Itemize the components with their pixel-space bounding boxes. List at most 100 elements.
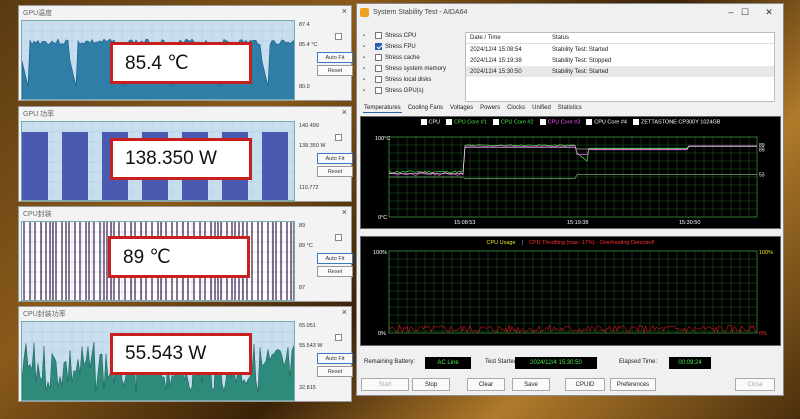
cache-icon: ▪: [363, 54, 366, 61]
preferences-button[interactable]: Preferences: [610, 378, 656, 391]
monitor-current: 89 °C: [299, 243, 313, 249]
auto-fit-button[interactable]: Auto Fit: [317, 253, 353, 264]
reset-button[interactable]: Reset: [317, 366, 353, 377]
close-window-icon[interactable]: ✕: [755, 4, 783, 21]
stress-label: Stress GPU(s): [385, 87, 424, 94]
stress-checkbox[interactable]: [375, 65, 382, 72]
battery-value: AC Line: [425, 357, 471, 369]
stress-item[interactable]: ▪ Stress GPU(s): [363, 85, 463, 96]
fpu-icon: ▪: [363, 43, 366, 50]
elapsed-value: 00:09:24: [669, 357, 711, 369]
cpu-usage-chart: CPU Usage | CPU Throttling (max: 17%) - …: [360, 236, 781, 346]
log-datetime: 2024/12/4 15:30:50: [470, 68, 522, 75]
monitor-title: GPU温度: [23, 9, 53, 17]
monitor-max: 87.4: [299, 22, 310, 28]
auto-fit-button[interactable]: Auto Fit: [317, 52, 353, 63]
stress-label: Stress cache: [385, 54, 420, 61]
x-tick-label: 15:30:50: [679, 220, 700, 226]
disk-icon: ▪: [363, 76, 366, 83]
graph-bar: [22, 132, 48, 200]
auto-fit-button[interactable]: Auto Fit: [317, 153, 353, 164]
battery-label: Remaining Battery:: [364, 359, 416, 365]
clear-button[interactable]: Clear: [467, 378, 505, 391]
stress-item[interactable]: ▪ Stress cache: [363, 52, 463, 63]
close-icon[interactable]: ×: [342, 107, 347, 117]
monitor-current: 55.543 W: [299, 343, 323, 349]
test-started-label: Test Started:: [485, 359, 519, 365]
monitor-checkbox[interactable]: [335, 33, 342, 40]
tab-clocks[interactable]: Clocks: [506, 104, 526, 113]
tab-powers[interactable]: Powers: [479, 104, 501, 113]
monitor-titlebar: GPU温度 ×: [19, 6, 351, 19]
cpuid-button[interactable]: CPUID: [565, 378, 605, 391]
temperature-series: [389, 146, 757, 175]
usage-y-min: 0%: [378, 331, 386, 337]
reset-button[interactable]: Reset: [317, 266, 353, 277]
stress-checkbox[interactable]: [375, 32, 382, 39]
overlay-cpu-temp: 89 ℃: [108, 236, 250, 278]
close-icon[interactable]: ×: [342, 6, 347, 16]
chart-tabs: Temperatures Cooling Fans Voltages Powers Cl…: [363, 104, 583, 113]
log-row: 2024/12/4 15:19:38 Stability Test: Stoppe…: [466, 55, 774, 66]
tab-voltages[interactable]: Voltages: [449, 104, 474, 113]
stress-item[interactable]: ▪ Stress local disks: [363, 74, 463, 85]
reset-button[interactable]: Reset: [317, 166, 353, 177]
monitor-max: 89: [299, 223, 306, 229]
log-col-status: Status: [552, 35, 570, 41]
stop-button[interactable]: Stop: [412, 378, 450, 391]
y-min-label: 0°C: [378, 215, 387, 221]
stress-item[interactable]: ▪ Stress system memory: [363, 63, 463, 74]
x-tick-label: 15:19:38: [567, 220, 588, 226]
stability-test-window: System Stability Test - AIDA64 – ☐ ✕ ▪ St…: [356, 3, 784, 396]
stress-checkbox[interactable]: [375, 76, 382, 83]
stress-checkbox[interactable]: [375, 87, 382, 94]
log-status: Stability Test: Started: [552, 46, 609, 53]
stress-item[interactable]: ▪ Stress CPU: [363, 30, 463, 41]
stress-checkbox[interactable]: [375, 43, 382, 50]
monitor-min: 87: [299, 285, 306, 291]
log-row: 2024/12/4 15:08:54 Stability Test: Starte…: [466, 44, 774, 55]
log-header: Date / Time Status: [466, 33, 774, 44]
temperature-series: [388, 145, 757, 176]
stress-label: Stress system memory: [385, 65, 447, 72]
cpu-icon: ▪: [363, 32, 366, 39]
monitor-checkbox[interactable]: [335, 134, 342, 141]
monitor-max: 140.499: [299, 123, 319, 129]
stress-checkbox[interactable]: [375, 54, 382, 61]
usage-right-max: 100%: [759, 250, 773, 256]
save-button[interactable]: Save: [512, 378, 550, 391]
monitor-side: 140.499 138.350 W Auto Fit Reset 110.772: [299, 121, 353, 193]
close-icon[interactable]: ×: [342, 307, 347, 317]
tab-temperatures[interactable]: Temperatures: [363, 104, 402, 113]
monitor-min: 32.815: [299, 385, 316, 391]
y-max-label: 100°C: [375, 136, 390, 142]
auto-fit-button[interactable]: Auto Fit: [317, 353, 353, 364]
overlay-cpu-power: 55.543 W: [110, 333, 252, 375]
monitor-checkbox[interactable]: [335, 334, 342, 341]
status-log: Date / Time Status 2024/12/4 15:08:54 Sta…: [465, 32, 775, 102]
overlay-gpu-temp: 85.4 ℃: [110, 42, 252, 84]
memory-icon: ▪: [363, 65, 366, 72]
start-button[interactable]: Start: [361, 378, 409, 391]
tab-statistics[interactable]: Statistics: [557, 104, 583, 113]
tab-unified[interactable]: Unified: [531, 104, 552, 113]
usage-right-min: 0%: [759, 331, 767, 337]
stress-item[interactable]: ▪ Stress FPU: [363, 41, 463, 52]
log-status: Stability Test: Started: [552, 68, 609, 75]
tab-cooling-fans[interactable]: Cooling Fans: [407, 104, 444, 113]
temperature-series: [388, 144, 757, 174]
reset-button[interactable]: Reset: [317, 65, 353, 76]
overlay-gpu-power: 138.350 W: [110, 138, 252, 180]
close-icon[interactable]: ×: [342, 207, 347, 217]
stress-label: Stress CPU: [385, 32, 417, 39]
graph-bar: [262, 132, 288, 200]
monitor-side: 89 89 °C Auto Fit Reset 87: [299, 221, 353, 293]
monitor-side: 65.051 55.543 W Auto Fit Reset 32.815: [299, 321, 353, 393]
monitor-min: 110.772: [299, 185, 319, 191]
close-button[interactable]: Close: [735, 378, 775, 391]
gpu-icon: ▪: [363, 87, 366, 94]
monitor-current: 138.350 W: [299, 143, 326, 149]
temperature-series: [389, 174, 757, 179]
monitor-checkbox[interactable]: [335, 234, 342, 241]
aida64-logo-icon: [360, 8, 369, 17]
